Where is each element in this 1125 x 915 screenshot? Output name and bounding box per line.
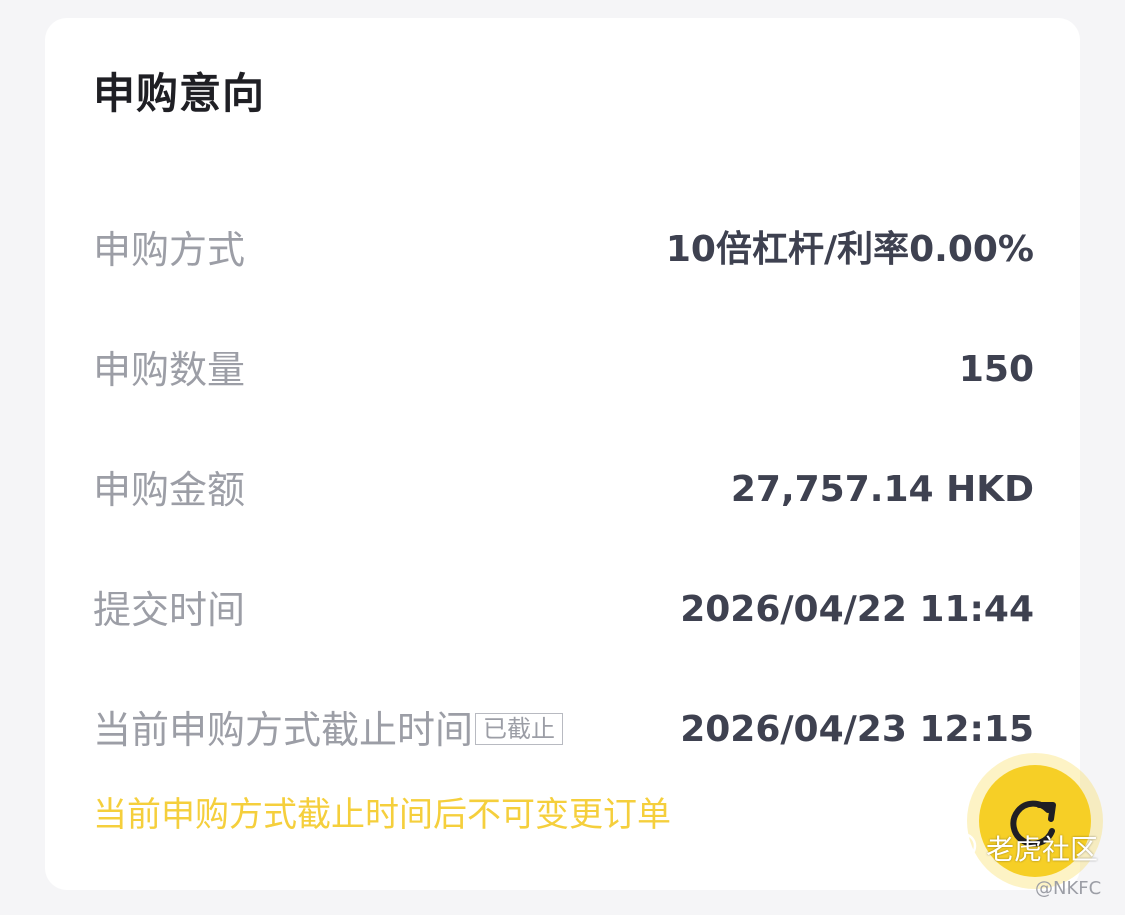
row-label: 申购金额: [93, 468, 246, 512]
tiger-community-logo-icon: [948, 831, 978, 872]
row-subscription-method: 申购方式 10倍杠杆/利率0.00%: [93, 220, 1034, 280]
deadline-label: 当前申购方式截止时间: [93, 708, 474, 752]
row-value: 150: [958, 349, 1034, 390]
row-deadline: 当前申购方式截止时间 已截止 2026/04/23 12:15: [93, 700, 1034, 760]
watermark: 老虎社区: [948, 830, 1098, 872]
status-badge: 已截止: [475, 712, 564, 745]
row-value: 10倍杠杆/利率0.00%: [665, 229, 1034, 270]
row-subscription-amount: 申购金额 27,757.14 HKD: [93, 460, 1034, 520]
subscription-intent-card: 申购意向 申购方式 10倍杠杆/利率0.00% 申购数量 150 申购金额 27…: [45, 18, 1080, 890]
row-submit-time: 提交时间 2026/04/22 11:44: [93, 580, 1034, 640]
row-value: 2026/04/23 12:15: [680, 709, 1034, 750]
row-subscription-quantity: 申购数量 150: [93, 340, 1034, 400]
card-title: 申购意向: [93, 69, 266, 118]
row-value: 2026/04/22 11:44: [680, 589, 1034, 630]
row-label: 当前申购方式截止时间 已截止: [93, 700, 564, 760]
watermark-text: 老虎社区: [986, 833, 1099, 866]
row-label: 申购方式: [93, 228, 246, 272]
row-label: 申购数量: [93, 348, 246, 392]
row-value: 27,757.14 HKD: [730, 469, 1034, 510]
watermark-handle: @NKFC: [1035, 878, 1102, 899]
deadline-notice: 当前申购方式截止时间后不可变更订单: [93, 795, 671, 835]
row-label: 提交时间: [93, 588, 246, 632]
